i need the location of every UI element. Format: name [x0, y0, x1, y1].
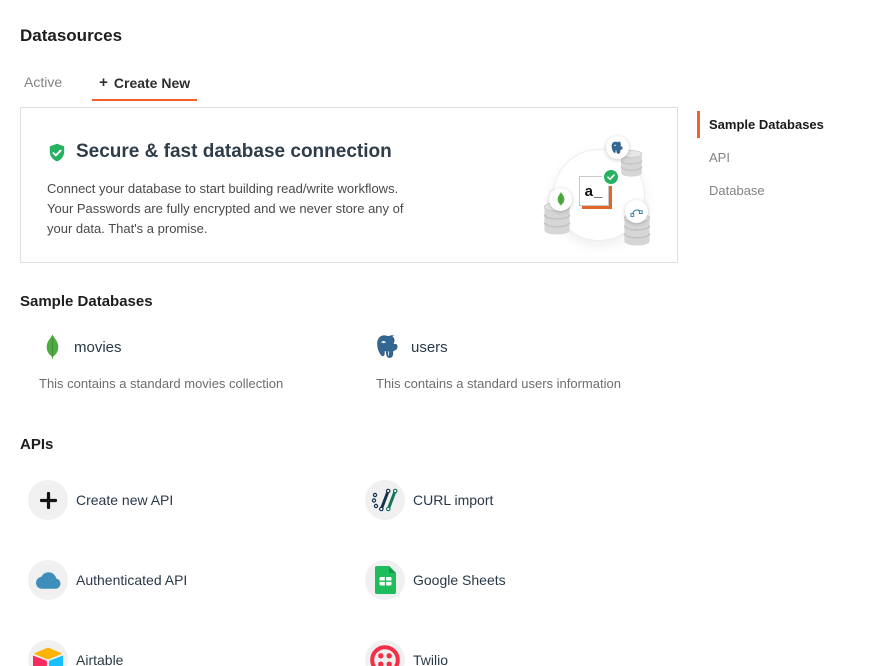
api-card-curl-import[interactable]: CURL import	[357, 480, 694, 520]
nav-item-database[interactable]: Database	[697, 177, 882, 204]
api-card-label: Google Sheets	[413, 572, 506, 588]
api-card-authenticated-api[interactable]: Authenticated API	[20, 560, 357, 600]
sample-db-card-movies[interactable]: movies This contains a standard movies c…	[20, 332, 357, 391]
tab-active-label: Active	[24, 74, 62, 90]
postgresql-icon	[606, 136, 629, 159]
twilio-icon	[365, 640, 405, 666]
postgresql-icon	[376, 334, 402, 360]
sample-db-name: users	[411, 339, 448, 356]
tab-create-new[interactable]: + Create New	[92, 74, 197, 101]
datasource-tabs: Active + Create New	[24, 74, 197, 101]
sample-databases-grid: movies This contains a standard movies c…	[20, 332, 698, 391]
mongodb-icon	[549, 188, 572, 211]
bezier-curve-icon	[625, 200, 648, 223]
nav-item-label: API	[709, 150, 730, 165]
sample-databases-section: Sample Databases movies This contains a …	[20, 293, 698, 391]
nav-item-api[interactable]: API	[697, 144, 882, 171]
google-sheets-icon	[365, 560, 405, 600]
cloud-icon	[28, 560, 68, 600]
sample-databases-heading: Sample Databases	[20, 293, 698, 310]
mongodb-icon	[39, 334, 65, 361]
nav-item-label: Sample Databases	[709, 117, 824, 132]
nav-item-sample-databases[interactable]: Sample Databases	[697, 111, 882, 138]
api-card-create-new[interactable]: Create new API	[20, 480, 357, 520]
api-card-airtable[interactable]: Airtable	[20, 640, 357, 666]
check-badge-icon	[602, 168, 620, 186]
apis-grid: Create new API CURL import	[20, 460, 698, 666]
sample-db-card-users[interactable]: users This contains a standard users inf…	[357, 332, 694, 391]
sample-db-name: movies	[74, 339, 122, 356]
airtable-icon	[28, 640, 68, 666]
sample-db-description: This contains a standard movies collecti…	[39, 376, 357, 391]
api-card-google-sheets[interactable]: Google Sheets	[357, 560, 694, 600]
sample-db-description: This contains a standard users informati…	[376, 376, 694, 391]
api-card-label: Create new API	[76, 492, 173, 508]
api-card-label: Twilio	[413, 652, 448, 666]
secure-connection-banner: Secure & fast database connection Connec…	[20, 107, 678, 263]
api-card-label: CURL import	[413, 492, 493, 508]
page-title: Datasources	[20, 26, 122, 46]
shield-check-icon	[47, 143, 67, 163]
tab-active[interactable]: Active	[24, 74, 62, 99]
apis-section: APIs Create new API	[20, 436, 698, 666]
api-card-twilio[interactable]: Twilio	[357, 640, 694, 666]
plus-icon	[28, 480, 68, 520]
banner-title: Secure & fast database connection	[76, 141, 392, 163]
curl-icon	[365, 480, 405, 520]
tab-create-new-label: Create New	[114, 75, 190, 91]
api-card-label: Airtable	[76, 652, 123, 666]
apis-heading: APIs	[20, 436, 698, 453]
section-nav: Sample Databases API Database	[697, 111, 882, 210]
nav-item-label: Database	[709, 183, 765, 198]
plus-icon: +	[99, 74, 108, 91]
api-card-label: Authenticated API	[76, 572, 187, 588]
banner-description: Connect your database to start building …	[47, 179, 405, 239]
